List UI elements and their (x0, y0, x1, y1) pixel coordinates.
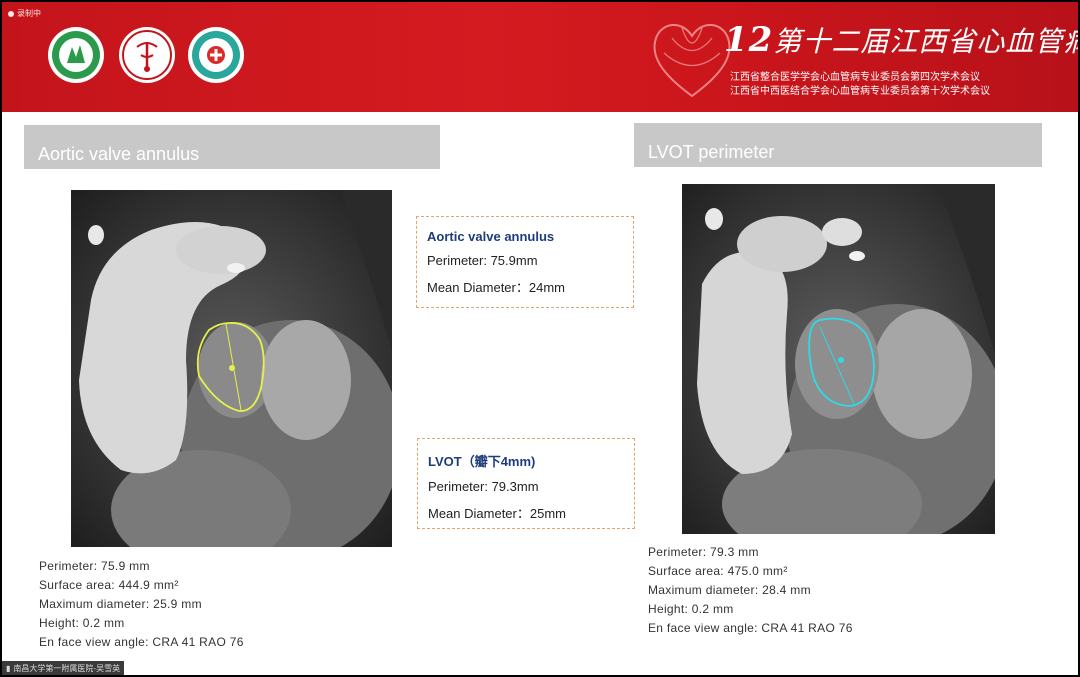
forum-title: 12第十二届江西省心血管病高峰论坛 (724, 20, 1078, 60)
slide: 录制中 12第十二届江西省心血管 江西省整合医学学会心血管病专业委员会第四次学术… (2, 2, 1078, 675)
lvot-surface-area: Surface area: 475.0 mm² (648, 564, 788, 578)
annulus-height: Height: 0.2 mm (39, 616, 125, 630)
ct-image-annulus (71, 190, 392, 547)
lvot-height: Height: 0.2 mm (648, 602, 734, 616)
lvot-box-title: LVOT（瓣下4mm) (428, 454, 536, 469)
annulus-box-perimeter: Perimeter: 75.9mm (427, 253, 538, 268)
forum-number: 12 (724, 20, 774, 60)
section-title-lvot: LVOT perimeter (634, 123, 1042, 167)
society-logo-3 (188, 27, 244, 83)
society-logo-1 (48, 27, 104, 83)
lvot-measurements: Perimeter: 79.3 mm Surface area: 475.0 m… (648, 543, 853, 638)
screen-frame: 录制中 12第十二届江西省心血管 江西省整合医学学会心血管病专业委员会第四次学术… (0, 0, 1080, 677)
presenter-label: ▮ 南昌大学第一附属医院-吴雪英 (2, 661, 125, 675)
annulus-box-mean-diameter: Mean Diameter：24mm (427, 280, 565, 295)
forum-subtitle-1: 江西省整合医学学会心血管病专业委员会第四次学术会议 (730, 72, 980, 83)
record-icon (8, 10, 14, 17)
lvot-summary-box: LVOT（瓣下4mm) Perimeter: 79.3mm Mean Diame… (417, 438, 635, 529)
logo-2-icon (122, 30, 172, 80)
lvot-box-mean-diameter: Mean Diameter：25mm (428, 506, 566, 521)
presenter-name: 南昌大学第一附属医院-吴雪英 (13, 663, 121, 673)
header-banner: 录制中 12第十二届江西省心血管 江西省整合医学学会心血管病专业委员会第四次学术… (2, 2, 1078, 112)
annulus-perimeter: Perimeter: 75.9 mm (39, 559, 150, 573)
logo-3-icon (192, 31, 240, 79)
section-title-annulus: Aortic valve annulus (24, 125, 440, 169)
recording-label: 录制中 (17, 9, 41, 18)
lvot-box-perimeter: Perimeter: 79.3mm (428, 479, 539, 494)
lvot-max-diameter: Maximum diameter: 28.4 mm (648, 583, 811, 597)
ct-scan-lvot-image (682, 184, 995, 534)
ct-image-lvot (682, 184, 995, 534)
lvot-view-angle: En face view angle: CRA 41 RAO 76 (648, 621, 853, 635)
annulus-view-angle: En face view angle: CRA 41 RAO 76 (39, 635, 244, 649)
annulus-measurements: Perimeter: 75.9 mm Surface area: 444.9 m… (39, 557, 244, 652)
annulus-max-diameter: Maximum diameter: 25.9 mm (39, 597, 202, 611)
ct-scan-annulus-image (71, 190, 392, 547)
annulus-surface-area: Surface area: 444.9 mm² (39, 578, 179, 592)
society-logo-2 (119, 27, 175, 83)
signal-bars-icon: ▮ (6, 663, 11, 673)
recording-indicator: 录制中 (8, 8, 41, 19)
forum-title-text: 第十二届江西省心血管病高峰论坛 (773, 25, 1078, 58)
forum-subtitle-2: 江西省中西医结合学会心血管病专业委员会第十次学术会议 (730, 86, 990, 97)
logo-1-icon (52, 31, 100, 79)
annulus-box-title: Aortic valve annulus (427, 229, 555, 244)
lvot-perimeter: Perimeter: 79.3 mm (648, 545, 759, 559)
annulus-summary-box: Aortic valve annulus Perimeter: 75.9mm M… (416, 216, 634, 308)
